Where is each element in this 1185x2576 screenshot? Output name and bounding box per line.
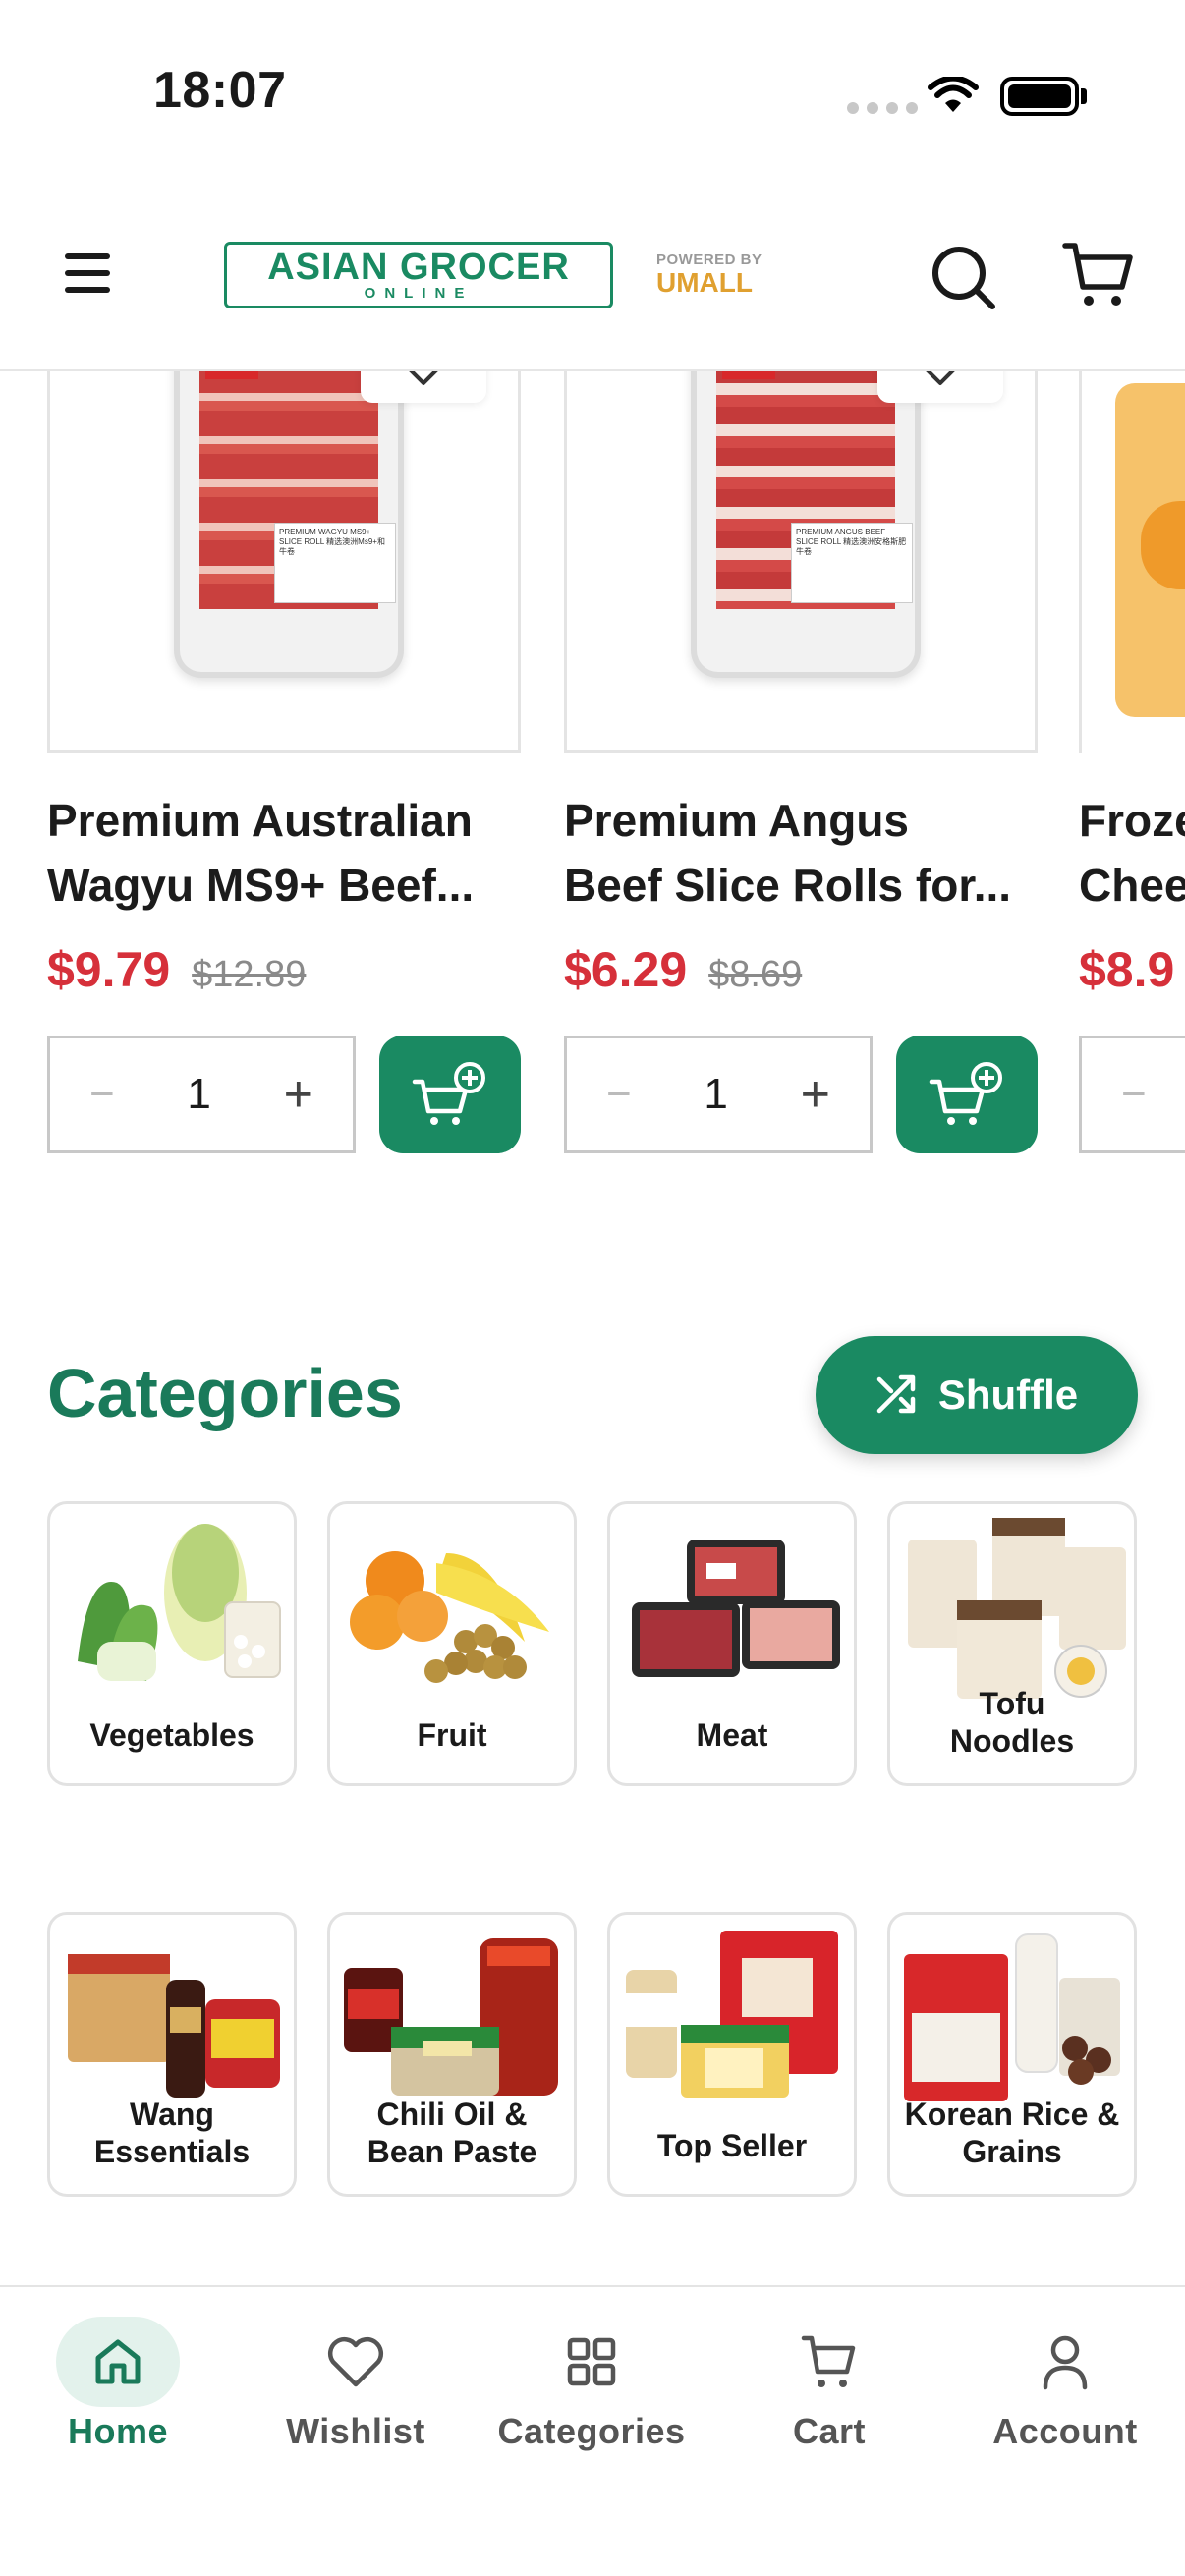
cellular-signal-icon [847,102,918,114]
category-label: Fruit [417,1717,487,1753]
nav-label: Categories [497,2411,686,2451]
powered-by: POWERED BY UMALL [656,252,762,298]
battery-cap [1081,88,1087,104]
price-row: $9.79 $12.89 [47,941,306,998]
add-cart-icon [929,1062,1002,1125]
increment-button[interactable]: + [284,1065,313,1124]
pack-label: PREMIUM ANGUS BEEF SLICE ROLL 精选澳洲安格斯肥牛卷 [791,523,913,603]
pack-label: PREMIUM WAGYU MS9+ SLICE ROLL 精选澳洲Ms9+和牛… [274,523,396,603]
decrement-button[interactable]: − [89,1070,115,1119]
korean-rice-grains-image [904,1933,1120,2101]
nav-account[interactable]: Account [967,2317,1163,2452]
product-title[interactable]: Froze Chee [1079,788,1185,918]
quantity-stepper: − 1 + [47,1036,356,1153]
nav-wishlist[interactable]: Wishlist [257,2317,454,2452]
logo-subtitle: ONLINE [364,285,474,302]
category-label: Meat [696,1717,768,1753]
chili-oil-bean-paste-image [344,1938,558,2096]
decrement-button[interactable]: − [1121,1070,1147,1119]
shuffle-label: Shuffle [937,1372,1079,1418]
category-tile-vegetables[interactable]: Vegetables [47,1501,297,1786]
search-icon[interactable] [930,244,998,312]
product-title-line2: Chee [1079,860,1185,911]
wifi-icon [928,77,979,112]
product-image[interactable]: 火锅肉卷 PREMIUM ANGUS BEEF SLICE ROLL 精选澳洲安… [564,324,1038,753]
nav-label: Account [992,2411,1138,2451]
original-price: $8.69 [708,954,803,995]
category-tile-top-seller[interactable]: Top Seller [607,1912,857,2197]
wang-essentials-image [68,1954,280,2098]
shuffle-icon [876,1374,916,1414]
product-title-line2: Beef Slice Rolls for... [564,860,1012,911]
home-icon [56,2317,180,2407]
partner-logo: UMALL [656,267,753,298]
add-cart-icon [412,1062,485,1125]
heart-icon [294,2317,418,2407]
meat-image [632,1540,840,1677]
category-tile-wang-essentials[interactable]: Wang Essentials [47,1912,297,2197]
quantity-stepper: − [1079,1036,1185,1153]
bottom-navigation: Home Wishlist Categories Cart Account [0,2285,1185,2576]
nav-label: Wishlist [286,2411,425,2451]
nav-cart[interactable]: Cart [731,2317,928,2452]
category-tile-meat[interactable]: Meat [607,1501,857,1786]
nav-label: Cart [792,2411,867,2451]
category-tile-korean-rice-grains[interactable]: Korean Rice & Grains [887,1912,1137,2197]
product-title[interactable]: Premium Angus Beef Slice Rolls for... [564,788,1075,918]
increment-button[interactable]: + [801,1065,830,1124]
product-image[interactable]: 火锅肉卷 PREMIUM WAGYU MS9+ SLICE ROLL 精选澳洲M… [47,324,521,753]
brand-logo[interactable]: ASIAN GROCER ONLINE [224,242,613,308]
grid-icon [530,2317,653,2407]
category-tile-chili-oil-bean-paste[interactable]: Chili Oil & Bean Paste [327,1912,577,2197]
quantity-value[interactable]: 1 [704,1070,727,1119]
category-label: Tofu Noodles [949,1686,1075,1759]
menu-icon[interactable] [63,252,114,295]
user-icon [1003,2317,1127,2407]
app-header: ASIAN GROCER ONLINE POWERED BY UMALL [0,187,1185,371]
cart-icon[interactable] [1061,240,1136,314]
category-label: Vegetables [89,1717,254,1753]
category-label: Wang Essentials [93,2097,251,2169]
product-title-line2: Wagyu MS9+ Beef... [47,860,475,911]
add-to-cart-button[interactable] [896,1036,1038,1153]
category-label: Chili Oil & Bean Paste [367,2097,537,2169]
nav-home[interactable]: Home [20,2317,216,2452]
sale-price: $8.9 [1079,942,1175,997]
status-time: 18:07 [153,62,287,119]
price-row: $6.29 $8.69 [564,941,802,998]
price-row: $8.9 [1079,941,1174,998]
categories-heading: Categories [47,1355,403,1431]
category-tile-fruit[interactable]: Fruit [327,1501,577,1786]
battery-icon [1000,77,1079,116]
powered-by-text: POWERED BY [656,252,762,268]
category-label: Top Seller [656,2128,808,2163]
quantity-stepper: − 1 + [564,1036,873,1153]
nav-label: Home [67,2411,169,2451]
nav-categories[interactable]: Categories [493,2317,690,2452]
category-tile-tofu-noodles[interactable]: Tofu Noodles [887,1501,1137,1786]
cart-icon [767,2317,891,2407]
original-price: $12.89 [192,954,307,995]
sale-price: $9.79 [47,942,171,997]
product-title-line1: Premium Australian [47,795,473,846]
add-to-cart-button[interactable] [379,1036,521,1153]
product-title-line1: Froze [1079,795,1185,846]
tofu-noodles-image [908,1518,1126,1699]
top-seller-image [626,1931,838,2098]
logo-title: ASIAN GROCER [267,247,570,288]
product-image[interactable] [1079,324,1185,753]
decrement-button[interactable]: − [606,1070,632,1119]
fruit-image [350,1551,549,1683]
vegetables-image [78,1524,281,1681]
product-card-partial[interactable]: Froze Chee $8.9 − [1079,324,1185,1307]
sale-price: $6.29 [564,942,688,997]
product-title[interactable]: Premium Australian Wagyu MS9+ Beef... [47,788,558,918]
product-title-line1: Premium Angus [564,795,910,846]
shuffle-button[interactable]: Shuffle [816,1336,1138,1454]
category-label: Korean Rice & Grains [904,2097,1120,2169]
quantity-value[interactable]: 1 [187,1070,210,1119]
status-bar: 18:07 [0,0,1185,187]
